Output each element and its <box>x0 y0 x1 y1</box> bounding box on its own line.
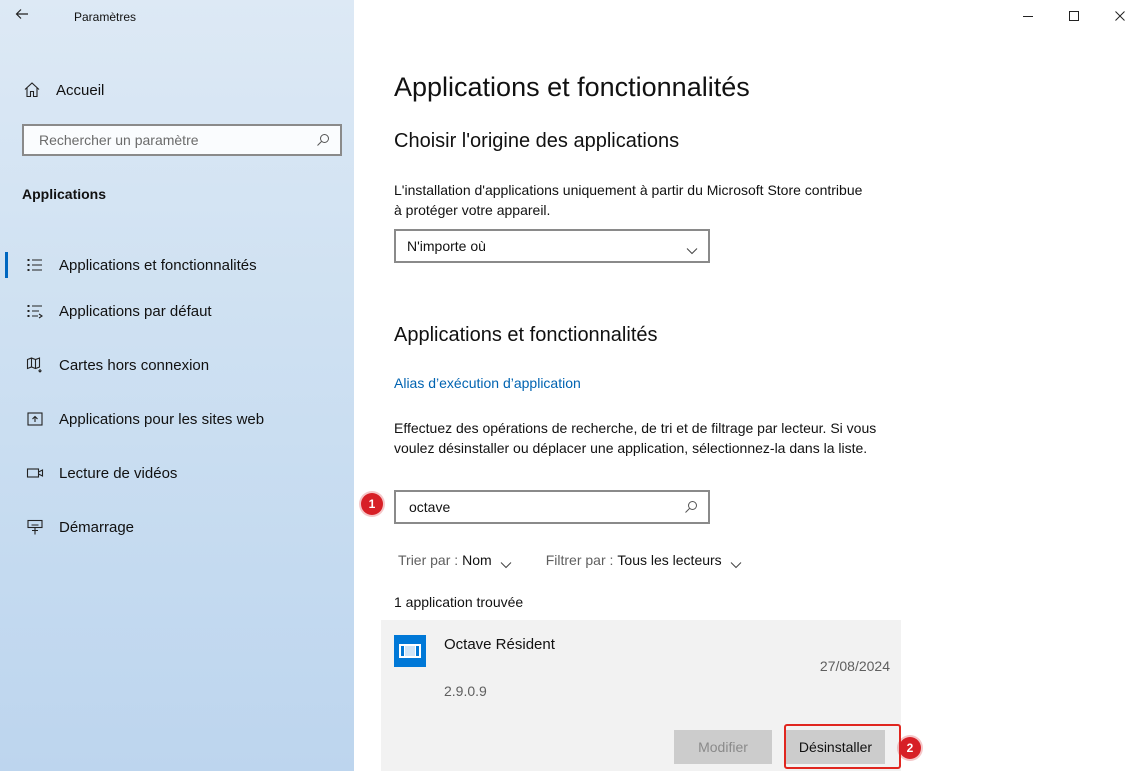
app-alias-link[interactable]: Alias d’exécution d’application <box>394 375 581 391</box>
chevron-down-icon <box>686 242 698 255</box>
result-count: 1 application trouvée <box>394 594 524 610</box>
window-controls <box>1005 0 1143 32</box>
sidebar-home-label: Accueil <box>56 81 105 99</box>
settings-window: Paramètres Accueil Applications Applicat… <box>0 0 1143 771</box>
app-list-item[interactable]: Octave Résident 27/08/2024 2.9.0.9 Modif… <box>381 620 901 771</box>
app-name: Octave Résident <box>444 636 555 653</box>
video-playback-icon <box>26 464 44 482</box>
step-badge-1: 1 <box>361 493 383 515</box>
sidebar-item-label: Cartes hors connexion <box>59 356 210 374</box>
app-source-value: N'importe où <box>407 238 486 254</box>
sidebar-nav: Applications et fonctionnalités Applicat… <box>0 238 354 562</box>
maximize-icon[interactable] <box>1051 0 1097 32</box>
apps-heading: Applications et fonctionnalités <box>394 324 658 346</box>
default-apps-icon <box>26 302 44 320</box>
main-panel: Applications et fonctionnalités Choisir … <box>354 0 1143 771</box>
sidebar-item-web-apps[interactable]: Applications pour les sites web <box>0 392 354 446</box>
sidebar-item-label: Applications par défaut <box>59 302 212 320</box>
app-version: 2.9.0.9 <box>444 683 487 699</box>
modify-button: Modifier <box>674 730 772 764</box>
filter-label: Filtrer par : <box>545 552 614 568</box>
minimize-icon[interactable] <box>1005 0 1051 32</box>
offline-maps-icon <box>26 356 44 374</box>
apps-description: Effectuez des opérations de recherche, d… <box>394 420 877 456</box>
window-title: Paramètres <box>74 10 137 24</box>
app-install-date: 27/08/2024 <box>819 658 890 674</box>
sidebar-item-offline-maps[interactable]: Cartes hors connexion <box>0 338 354 392</box>
web-apps-icon <box>26 410 44 428</box>
search-icon[interactable] <box>684 500 698 514</box>
chevron-down-icon <box>730 556 742 569</box>
sort-filter-row: Trier par : Nom Filtrer par : Tous les l… <box>398 552 776 569</box>
search-icon[interactable] <box>316 133 330 147</box>
sidebar-item-startup[interactable]: Démarrage <box>0 500 354 554</box>
sidebar-item-video-playback[interactable]: Lecture de vidéos <box>0 446 354 500</box>
app-source-dropdown[interactable]: N'importe où <box>394 229 710 263</box>
filter-value: Tous les lecteurs <box>617 552 722 568</box>
sidebar-section-title: Applications <box>22 186 107 202</box>
close-icon[interactable] <box>1097 0 1143 32</box>
sidebar-item-home[interactable]: Accueil <box>22 78 104 102</box>
settings-search-box[interactable] <box>22 124 342 156</box>
app-search-box[interactable] <box>394 490 710 524</box>
home-icon <box>22 80 42 100</box>
page-title: Applications et fonctionnalités <box>394 72 750 102</box>
sort-label: Trier par : <box>398 552 459 568</box>
sort-value: Nom <box>462 552 492 568</box>
sidebar-item-default-apps[interactable]: Applications par défaut <box>0 284 354 338</box>
chevron-down-icon <box>500 556 512 569</box>
settings-search-input[interactable] <box>37 131 316 149</box>
sort-by-dropdown[interactable]: Trier par : Nom <box>398 552 512 569</box>
step-badge-2: 2 <box>899 737 921 759</box>
sidebar-item-label: Démarrage <box>59 518 135 536</box>
app-window-icon <box>394 635 426 667</box>
source-description: L'installation d'applications uniquement… <box>394 182 863 218</box>
apps-list-icon <box>26 256 44 274</box>
startup-icon <box>26 518 44 536</box>
filter-by-dropdown[interactable]: Filtrer par : Tous les lecteurs <box>545 552 742 569</box>
source-heading: Choisir l'origine des applications <box>394 130 680 152</box>
app-search-input[interactable] <box>407 498 684 516</box>
sidebar-item-label: Lecture de vidéos <box>59 464 178 482</box>
sidebar: Paramètres Accueil Applications Applicat… <box>0 0 354 771</box>
sidebar-item-label: Applications pour les sites web <box>59 410 265 428</box>
uninstall-button[interactable]: Désinstaller <box>786 730 885 764</box>
back-arrow-icon[interactable] <box>14 6 36 28</box>
sidebar-item-label: Applications et fonctionnalités <box>59 256 257 274</box>
